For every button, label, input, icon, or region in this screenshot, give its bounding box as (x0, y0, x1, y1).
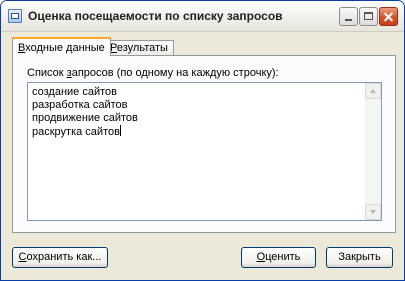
evaluate-button[interactable]: Оценить (241, 247, 316, 268)
query-line: разработка сайтов (32, 99, 128, 111)
minimize-button[interactable] (339, 7, 358, 26)
scroll-down-button[interactable] (365, 204, 381, 220)
maximize-button[interactable] (359, 7, 378, 26)
text-caret (119, 125, 121, 136)
app-window-icon[interactable] (8, 9, 22, 23)
query-line: создание сайтов (32, 86, 117, 98)
tab-results-label: езультаты (116, 42, 168, 54)
tab-results[interactable]: Результаты (104, 40, 174, 56)
tab-input-data[interactable]: Входные данные (12, 37, 111, 56)
scroll-up-button[interactable] (365, 83, 381, 99)
tab-input-label: ходные данные (25, 42, 105, 54)
close-window-button[interactable] (379, 7, 398, 26)
tab-results-hotkey: Р (110, 42, 117, 54)
query-line: продвижение сайтов (32, 112, 138, 124)
save-as-button[interactable]: Сохранить как... (12, 247, 108, 268)
tab-panel-input: Список запросов (по одному на каждую стр… (12, 55, 396, 233)
close-button[interactable]: Закрыть (326, 247, 393, 268)
queries-textarea[interactable]: создание сайтов разработка сайтов продви… (27, 82, 382, 221)
query-line-last: раскрутка сайтов (32, 125, 121, 138)
vertical-scrollbar[interactable] (365, 83, 381, 220)
title-bar[interactable]: Оценка посещаемости по списку запросов (1, 1, 404, 32)
window-title: Оценка посещаемости по списку запросов (28, 9, 283, 23)
queries-label: Список запросов (по одному на каждую стр… (27, 67, 279, 79)
app-window: Оценка посещаемости по списку запросов В… (0, 0, 405, 281)
